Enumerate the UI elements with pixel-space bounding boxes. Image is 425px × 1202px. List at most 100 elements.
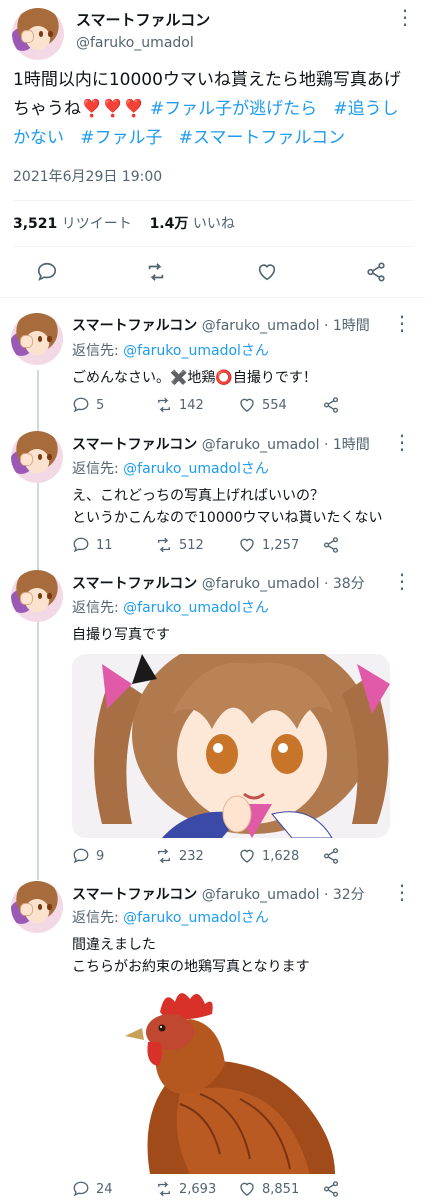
reply-button[interactable]: 24 [72, 1180, 113, 1198]
author-name[interactable]: スマートファルコン [72, 437, 197, 453]
like-button[interactable]: 554 [238, 396, 287, 414]
like-icon [240, 1182, 254, 1196]
retweet-icon [158, 397, 170, 413]
reply-icon [73, 848, 89, 864]
rooster-image[interactable] [120, 984, 340, 1174]
tweet-text: 1時間以内に10000ウマいね貰えたら地鶏写真あげちゃうね❣️❣️❣️ #ファル… [13, 66, 413, 153]
reply-count: 24 [96, 1181, 113, 1197]
retweet-count: 232 [179, 848, 204, 864]
stats-row: 3,521 リツイート 1.4万 いいね [13, 213, 235, 233]
reply-to: 返信先: @faruko_umadolさん [72, 597, 269, 617]
reply-time[interactable]: · 38分 [324, 576, 365, 592]
reply-text: ごめんなさい。✖️地鶏⭕️自撮りです！ [72, 370, 317, 386]
hashtag[interactable]: #ファル子 [80, 128, 162, 148]
reply-header: スマートファルコン @faruko_umadol · 38分 [72, 573, 365, 593]
selfie-image[interactable] [72, 654, 390, 838]
divider [13, 200, 413, 201]
reply-icon [73, 397, 89, 413]
author-name[interactable]: スマートファルコン [76, 9, 210, 30]
reply-header: スマートファルコン @faruko_umadol · 32分 [72, 884, 365, 904]
reply-text-line: え、これどっちの写真上げればいいの？ [72, 488, 324, 504]
reply-to-link[interactable]: @faruko_umadolさん [123, 910, 269, 926]
hashtag[interactable]: #スマートファルコン [179, 128, 345, 148]
retweet-icon [158, 1181, 170, 1197]
retweet-count: 512 [179, 537, 204, 553]
like-count: 1,628 [262, 848, 300, 864]
share-icon[interactable] [322, 396, 340, 418]
reply-to-prefix: 返信先: [72, 461, 124, 477]
share-icon[interactable] [322, 847, 340, 869]
more-icon[interactable]: ⋮ [392, 882, 412, 902]
retweet-button[interactable]: 512 [155, 536, 204, 554]
hashtag[interactable]: #ファル子が逃げたら [150, 99, 317, 119]
retweet-count: 142 [179, 397, 204, 413]
author-handle[interactable]: @faruko_umadol [202, 576, 320, 592]
reply-header: スマートファルコン @faruko_umadol · 1時間 [72, 315, 370, 335]
reply-to-link[interactable]: @faruko_umadolさん [123, 600, 269, 616]
share-icon[interactable] [322, 536, 340, 558]
like-icon [240, 849, 254, 863]
reply-count: 5 [96, 397, 105, 413]
author-handle[interactable]: @faruko_umadol [202, 887, 320, 903]
reply-to-prefix: 返信先: [72, 600, 124, 616]
reply-button[interactable]: 5 [72, 396, 104, 414]
reply-time[interactable]: · 1時間 [324, 318, 370, 334]
share-icon[interactable] [365, 261, 387, 287]
retweets-count[interactable]: 3,521 [13, 216, 57, 232]
retweets-label[interactable]: リツイート [62, 216, 132, 232]
reply-button[interactable]: 9 [72, 847, 104, 865]
author-handle[interactable]: @faruko_umadol [76, 35, 194, 51]
like-count: 1,257 [262, 537, 300, 553]
author-name[interactable]: スマートファルコン [72, 576, 197, 592]
avatar[interactable] [11, 431, 63, 483]
avatar[interactable] [11, 313, 63, 365]
avatar[interactable] [12, 8, 64, 60]
reply-count: 11 [96, 537, 113, 553]
reply-text: 自撮り写真です [72, 627, 170, 643]
like-icon[interactable] [256, 261, 278, 287]
like-button[interactable]: 8,851 [238, 1180, 299, 1198]
reply-to-prefix: 返信先: [72, 343, 124, 359]
more-icon[interactable]: ⋮ [392, 432, 412, 452]
reply-button[interactable]: 11 [72, 536, 113, 554]
reply-to-link[interactable]: @faruko_umadolさん [123, 461, 269, 477]
reply-text-line: というかこんなので10000ウマいね貰いたくない [72, 510, 383, 526]
reply-time[interactable]: · 1時間 [324, 437, 370, 453]
author-name[interactable]: スマートファルコン [72, 887, 197, 903]
retweet-button[interactable]: 232 [155, 847, 204, 865]
retweet-icon [158, 537, 170, 553]
like-icon [240, 398, 254, 412]
divider [13, 246, 413, 247]
reply-icon [73, 1181, 89, 1197]
likes-count[interactable]: 1.4万 [150, 216, 189, 232]
like-count: 8,851 [262, 1181, 300, 1197]
share-icon[interactable] [322, 1180, 340, 1202]
divider [0, 297, 425, 298]
retweet-button[interactable]: 2,693 [155, 1180, 216, 1198]
more-icon[interactable]: ⋮ [392, 313, 412, 333]
reply-to: 返信先: @faruko_umadolさん [72, 340, 269, 360]
retweet-count: 2,693 [179, 1181, 217, 1197]
reply-header: スマートファルコン @faruko_umadol · 1時間 [72, 434, 370, 454]
timestamp[interactable]: 2021年6月29日 19:00 [13, 166, 162, 186]
like-button[interactable]: 1,257 [238, 536, 299, 554]
more-icon[interactable]: ⋮ [392, 571, 412, 591]
reply-time[interactable]: · 32分 [324, 887, 365, 903]
reply-to-link[interactable]: @faruko_umadolさん [123, 343, 269, 359]
reply-icon[interactable] [36, 261, 58, 287]
reply-to: 返信先: @faruko_umadolさん [72, 458, 269, 478]
like-count: 554 [262, 397, 287, 413]
avatar[interactable] [11, 881, 63, 933]
retweet-button[interactable]: 142 [155, 396, 204, 414]
reply-to-prefix: 返信先: [72, 910, 124, 926]
reply-text-line: こちらがお約束の地鶏写真となります [72, 959, 310, 975]
author-handle[interactable]: @faruko_umadol [202, 318, 320, 334]
more-icon[interactable]: ⋮ [395, 7, 415, 27]
author-name[interactable]: スマートファルコン [72, 318, 197, 334]
reply-text-line: 間違えました [72, 937, 156, 953]
likes-label[interactable]: いいね [193, 216, 235, 232]
avatar[interactable] [11, 570, 63, 622]
retweet-icon[interactable] [145, 261, 167, 287]
like-button[interactable]: 1,628 [238, 847, 299, 865]
author-handle[interactable]: @faruko_umadol [202, 437, 320, 453]
